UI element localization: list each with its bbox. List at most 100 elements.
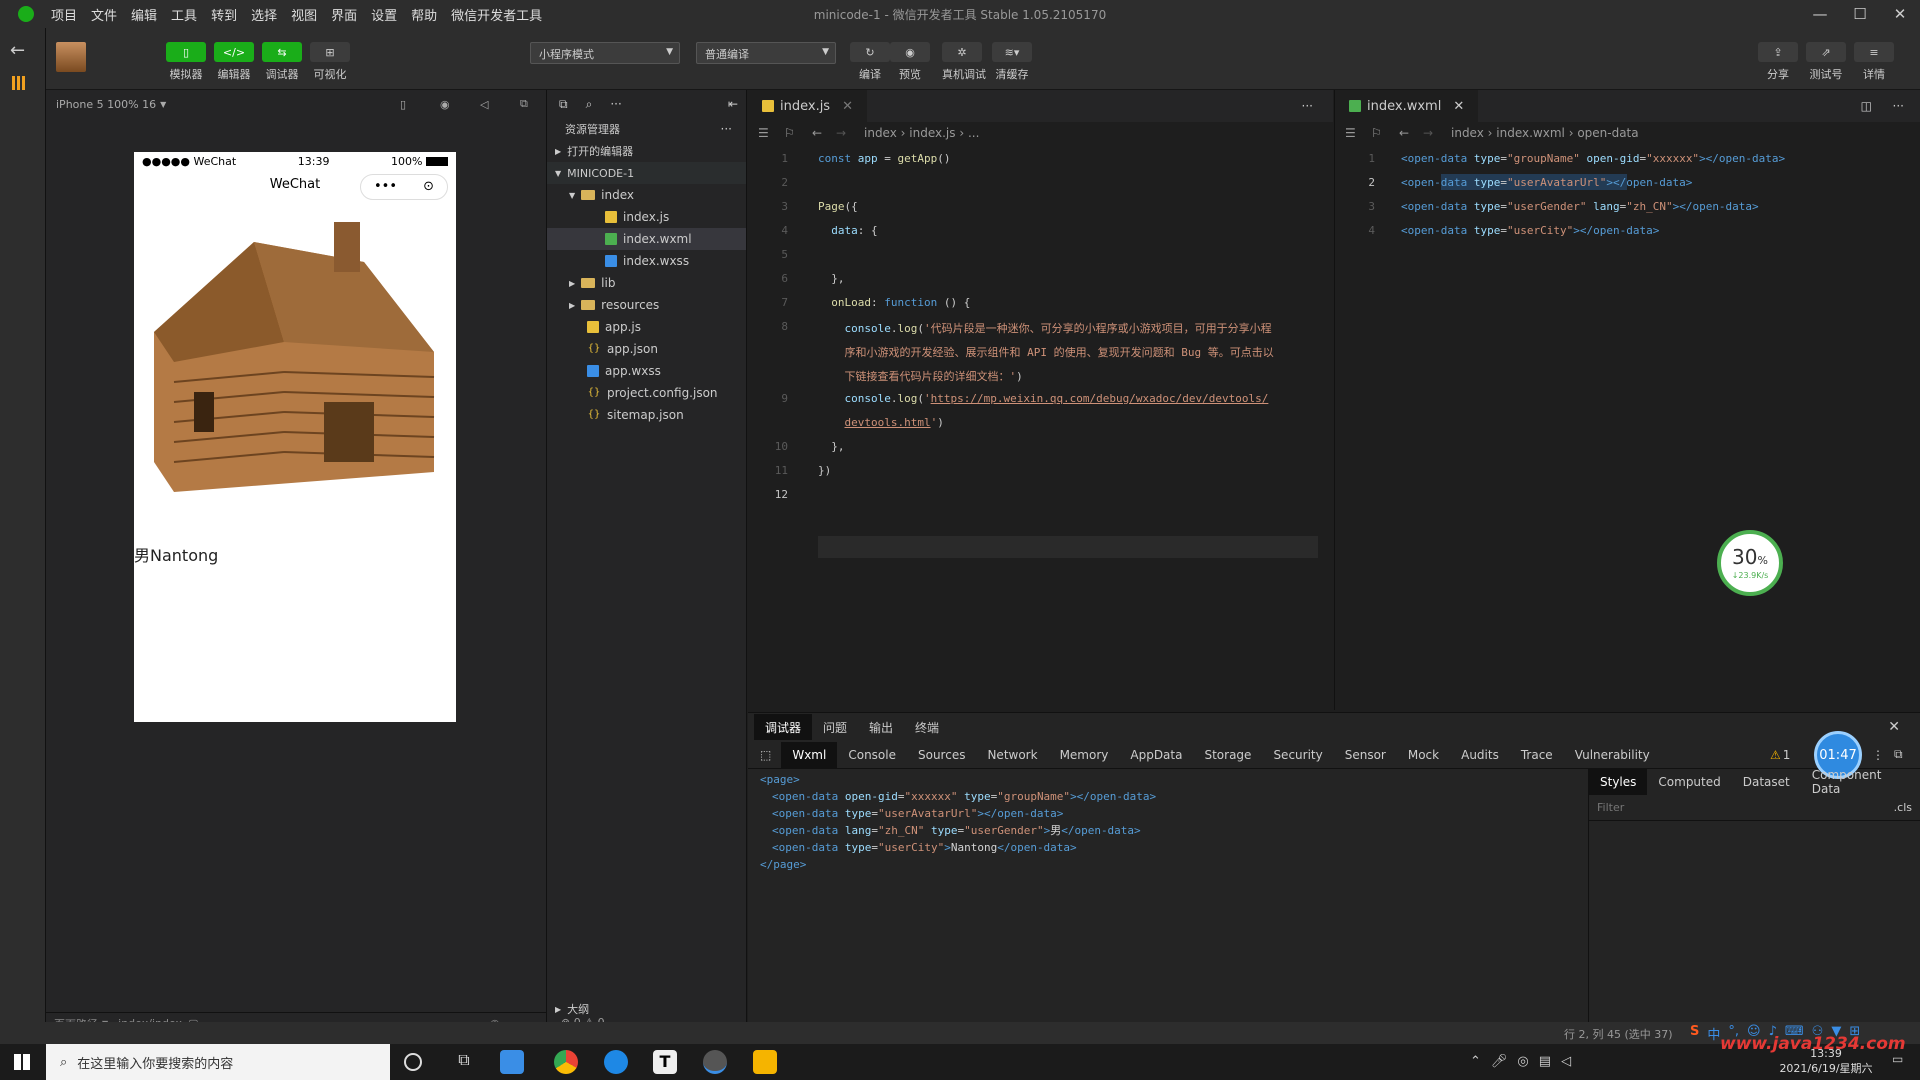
app-icon[interactable] [500, 1050, 524, 1074]
bookmark-icon[interactable]: ⚐ [1371, 126, 1382, 140]
filter-input[interactable] [1597, 801, 1797, 814]
search-icon[interactable]: ⌕ [586, 97, 593, 112]
close-icon[interactable]: ✕ [1888, 719, 1900, 735]
tree-item[interactable]: ▼ index [547, 184, 746, 206]
menu-item[interactable]: 项目 [44, 5, 84, 24]
close-icon[interactable]: ✕ [842, 99, 853, 114]
devtools-tab[interactable]: AppData [1119, 742, 1193, 768]
typora-icon[interactable]: T [653, 1050, 677, 1074]
tray-wechat-icon[interactable]: ◎ [1517, 1054, 1528, 1069]
more-dots-icon[interactable]: ••• [374, 172, 397, 202]
notification-icon[interactable]: ▭ [1892, 1052, 1903, 1066]
menu-item[interactable]: 转到 [204, 5, 244, 24]
details-button[interactable]: ≡ 详情 [1854, 42, 1894, 82]
devtools-tab[interactable]: Vulnerability [1564, 742, 1661, 768]
devtools-top-tab[interactable]: 终端 [904, 714, 950, 740]
windows-start-icon[interactable] [14, 1054, 30, 1070]
back-arrow-icon[interactable]: ← [10, 40, 25, 61]
devtools-tab[interactable]: Storage [1193, 742, 1262, 768]
forward-icon[interactable]: → [836, 126, 846, 140]
breadcrumb-item[interactable]: ... [968, 126, 979, 140]
compile-button[interactable]: ↻ 编译 [850, 42, 890, 82]
tab-indexwxml[interactable]: index.wxml ✕ [1335, 90, 1479, 122]
chevron-down-icon[interactable]: ▼ [160, 100, 166, 109]
tree-item[interactable]: index.js [547, 206, 746, 228]
warning-icon[interactable]: ⚠ 1 [1770, 748, 1790, 762]
volume-icon[interactable]: ◁ [480, 98, 488, 111]
taskbar-search[interactable]: ⌕ 在这里输入你要搜索的内容 [46, 1044, 390, 1080]
more-icon[interactable]: ··· [1302, 99, 1313, 113]
wxml-node[interactable]: <open-data type="userAvatarUrl"></open-d… [760, 805, 1320, 822]
task-view-icon[interactable]: ⧉ [452, 1050, 476, 1074]
device-select[interactable]: iPhone 5 100% 16 [56, 98, 156, 111]
preview-button[interactable]: ◉ 预览 [890, 42, 930, 82]
tree-item[interactable]: app.wxss [547, 360, 746, 382]
breadcrumb-item[interactable]: open-data [1577, 126, 1638, 140]
devtools-tab[interactable]: Network [976, 742, 1048, 768]
apps-grid-icon[interactable] [12, 76, 26, 90]
back-icon[interactable]: ← [812, 126, 822, 140]
sidebar-tab[interactable]: Dataset [1732, 769, 1801, 795]
code-area[interactable]: 1 <open-data type="groupName" open-gid="x… [1335, 144, 1920, 704]
qq-browser-icon[interactable] [604, 1050, 628, 1074]
forward-icon[interactable]: → [1423, 126, 1433, 140]
settings-icon[interactable]: ⋮ [1872, 748, 1884, 762]
devtools-tab[interactable]: Wxml [781, 741, 838, 768]
back-icon[interactable]: ← [1399, 126, 1409, 140]
phone-screen[interactable]: ●●●●● WeChat 13:39 100% WeChat ••• ⊙ 男Na… [134, 152, 456, 722]
close-circle-icon[interactable]: ⊙ [423, 172, 434, 202]
devtools-tab[interactable]: Mock [1397, 742, 1450, 768]
collapse-icon[interactable]: ⇤ [728, 97, 738, 111]
more-icon[interactable]: ··· [1893, 99, 1904, 113]
devtools-tab[interactable]: Console [837, 742, 907, 768]
star-app-icon[interactable] [753, 1050, 777, 1074]
list-icon[interactable]: ☰ [758, 126, 769, 140]
mode-select[interactable]: 小程序模式 ▼ [530, 42, 680, 64]
split-editor-icon[interactable]: ◫ [1861, 99, 1872, 113]
visual-button[interactable]: ⊞ 可视化 [310, 42, 350, 82]
test-button[interactable]: ⇗ 测试号 [1806, 42, 1846, 82]
wechat-devtools-icon[interactable] [703, 1050, 727, 1074]
sidebar-tab[interactable]: Styles [1589, 769, 1648, 795]
devtools-tab[interactable]: Sources [907, 742, 976, 768]
cortana-icon[interactable] [404, 1053, 422, 1071]
debugger-button[interactable]: ⇆ 调试器 [262, 42, 302, 82]
menu-item[interactable]: 界面 [324, 5, 364, 24]
cursor-position[interactable]: 行 2, 列 45 (选中 37) [1564, 1026, 1673, 1042]
menu-item[interactable]: 选择 [244, 5, 284, 24]
clear-cache-button[interactable]: ≋▾ 清缓存 [992, 42, 1032, 82]
tree-item[interactable]: index.wxss [547, 250, 746, 272]
breadcrumb-item[interactable]: index.js [909, 126, 955, 140]
tree-item[interactable]: index.wxml [547, 228, 746, 250]
close-icon[interactable]: ✕ [1453, 99, 1464, 114]
devtools-tab[interactable]: Audits [1450, 742, 1510, 768]
breadcrumb-item[interactable]: index.wxml [1496, 126, 1565, 140]
tray-volume-icon[interactable]: ◁ [1561, 1054, 1571, 1069]
wxml-tree[interactable]: <page> <open-data open-gid="xxxxxx" type=… [760, 771, 1320, 1001]
devtools-top-tab[interactable]: 调试器 [754, 714, 813, 740]
devtools-tab[interactable]: Sensor [1334, 742, 1397, 768]
menu-item[interactable]: 设置 [364, 5, 404, 24]
popout-icon[interactable]: ⧉ [520, 97, 528, 111]
editor-button[interactable]: </> 编辑器 [214, 42, 254, 82]
breadcrumb-item[interactable]: index [864, 126, 897, 140]
phone-icon[interactable]: ▯ [400, 98, 406, 111]
compile-mode-select[interactable]: 普通编译 ▼ [696, 42, 836, 64]
wxml-node[interactable]: <page> [760, 771, 1320, 788]
menu-item[interactable]: 帮助 [404, 5, 444, 24]
open-editors-section[interactable]: ▶ 打开的编辑器 [547, 140, 746, 162]
devtools-top-tab[interactable]: 问题 [812, 714, 858, 740]
wxml-node[interactable]: </page> [760, 856, 1320, 873]
tree-item[interactable]: {} project.config.json [547, 382, 746, 404]
sidebar-tab[interactable]: Component Data [1801, 768, 1920, 796]
tree-item[interactable]: app.js [547, 316, 746, 338]
tree-item[interactable]: ▶ lib [547, 272, 746, 294]
tree-item[interactable]: ▶ resources [547, 294, 746, 316]
share-button[interactable]: ⇪ 分享 [1758, 42, 1798, 82]
network-monitor-widget[interactable]: 30% ↓23.9K/s [1717, 530, 1783, 596]
cls-toggle[interactable]: .cls [1894, 801, 1912, 814]
project-avatar[interactable] [56, 42, 86, 72]
inspect-icon[interactable]: ⬚ [760, 748, 771, 762]
simulator-button[interactable]: ▯ 模拟器 [166, 42, 206, 82]
tray-mic-icon[interactable]: 🎤︎ [1491, 1054, 1508, 1069]
